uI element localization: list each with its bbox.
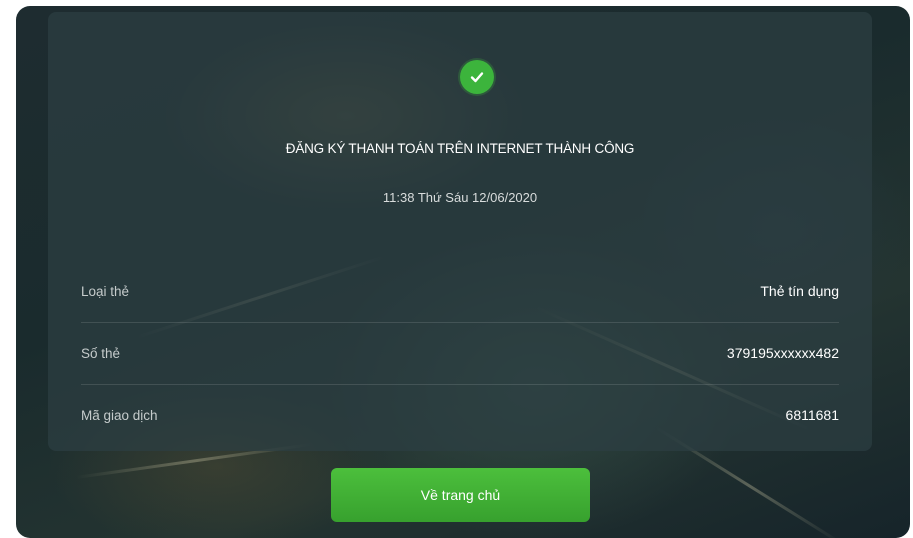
result-title: ĐĂNG KÝ THANH TOÁN TRÊN INTERNET THÀNH C… [285,141,635,156]
detail-value: 6811681 [785,407,839,423]
result-card: ĐĂNG KÝ THANH TOÁN TRÊN INTERNET THÀNH C… [48,12,872,451]
detail-row-card-number: Số thẻ 379195xxxxxx482 [81,322,839,385]
detail-value: Thẻ tín dụng [760,283,839,299]
background-frame: ĐĂNG KÝ THANH TOÁN TRÊN INTERNET THÀNH C… [16,6,910,538]
detail-label: Số thẻ [81,345,121,361]
detail-label: Loại thẻ [81,283,130,299]
detail-row-transaction-id: Mã giao dịch 6811681 [81,384,839,446]
detail-value: 379195xxxxxx482 [726,345,839,361]
home-button[interactable]: Về trang chủ [331,468,590,522]
check-icon [470,72,484,83]
detail-row-card-type: Loại thẻ Thẻ tín dụng [81,260,839,323]
detail-label: Mã giao dịch [81,407,158,423]
success-check-badge [460,60,494,94]
result-datetime: 11:38 Thứ Sáu 12/06/2020 [382,190,538,205]
